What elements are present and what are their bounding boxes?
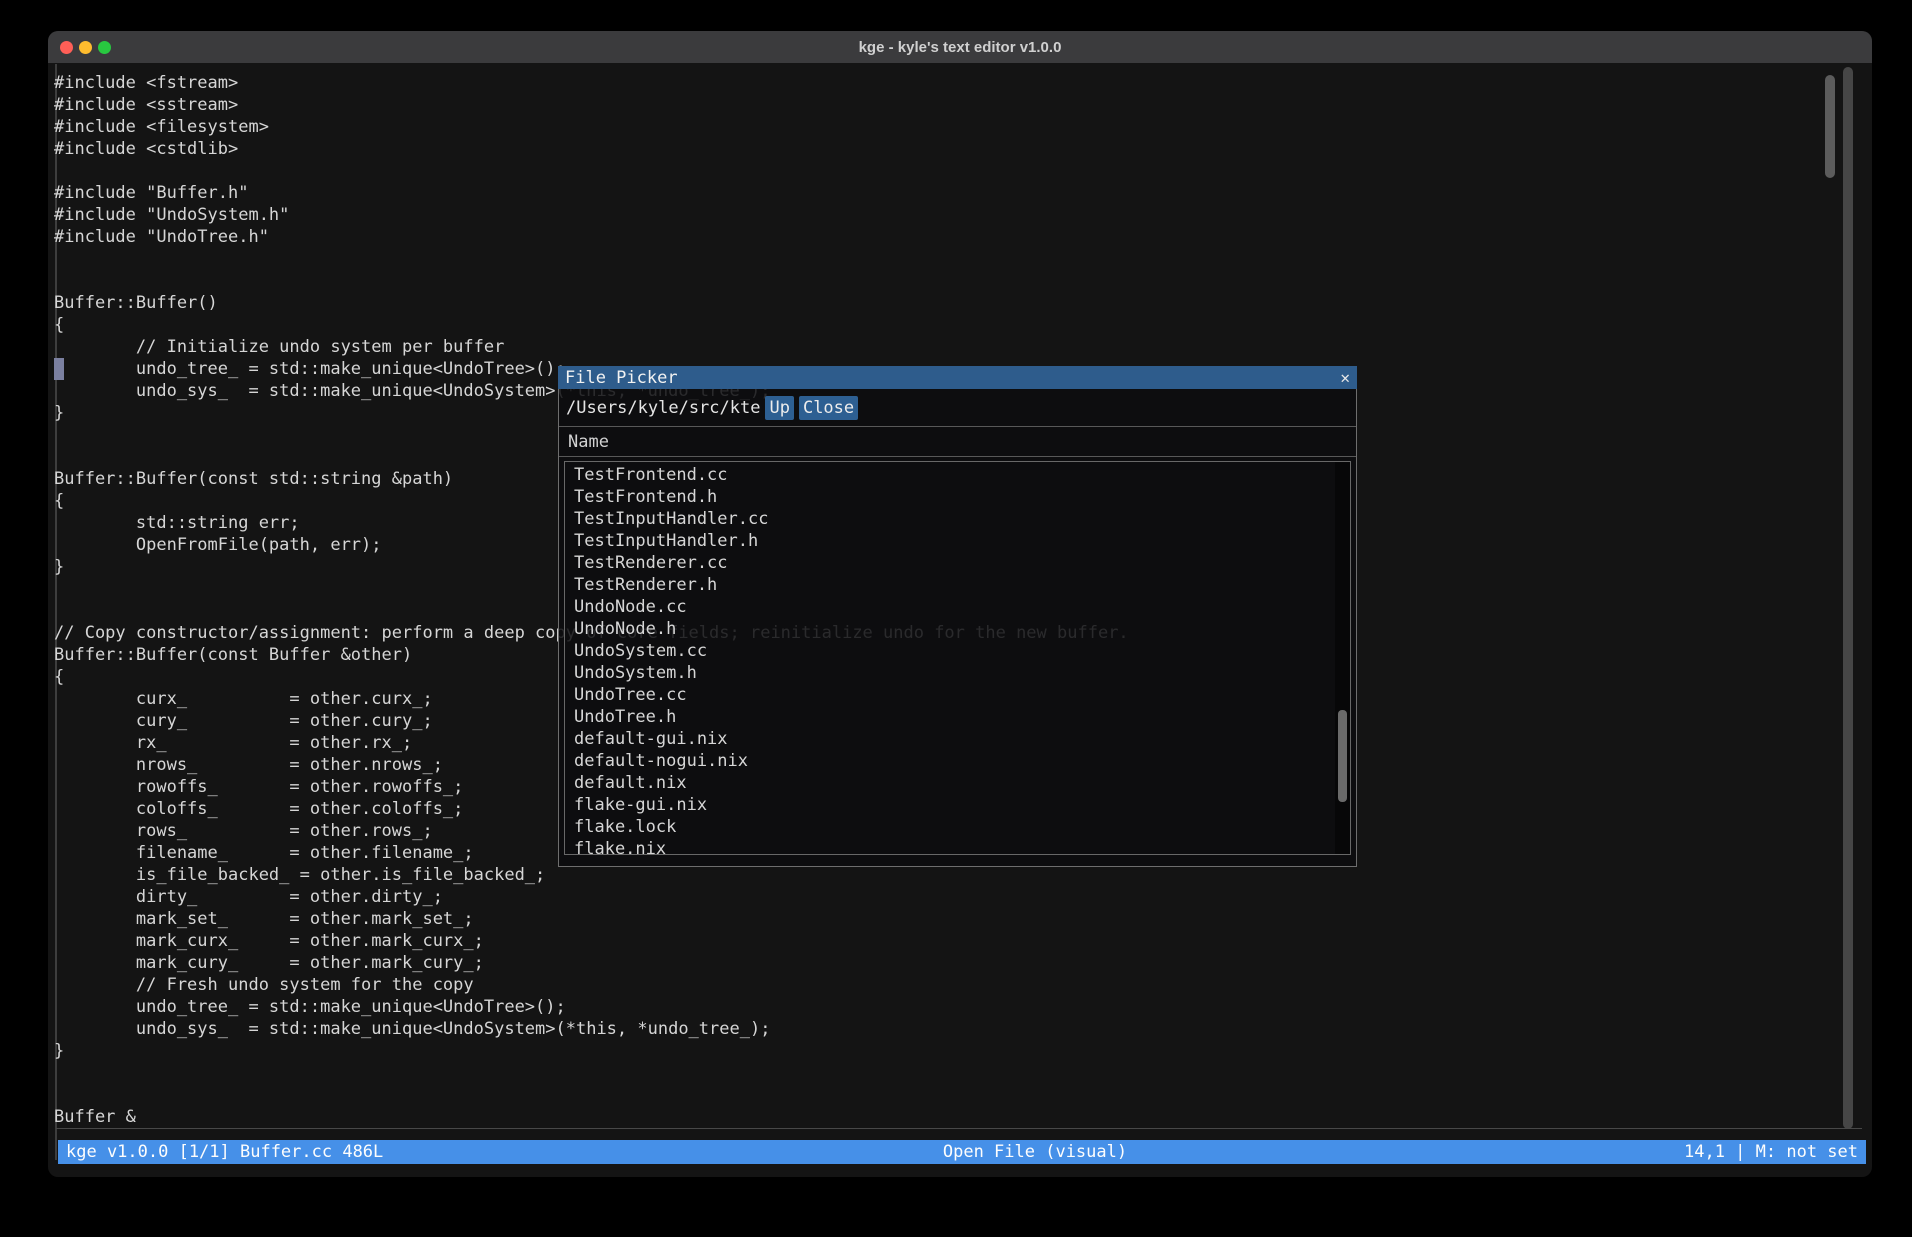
close-button[interactable]: Close: [799, 396, 858, 420]
up-button[interactable]: Up: [765, 396, 793, 420]
file-list-item[interactable]: TestInputHandler.h: [565, 530, 1350, 552]
file-list-item[interactable]: TestFrontend.cc: [565, 464, 1350, 486]
status-mode: Open File (visual): [943, 1140, 1127, 1164]
close-window-button[interactable]: [60, 41, 73, 54]
list-scrollbar-thumb[interactable]: [1338, 710, 1347, 802]
close-icon[interactable]: ✕: [1340, 368, 1350, 387]
file-list-item[interactable]: UndoSystem.cc: [565, 640, 1350, 662]
file-list-item[interactable]: UndoSystem.h: [565, 662, 1350, 684]
file-list: TestFrontend.ccTestFrontend.hTestInputHa…: [564, 461, 1351, 855]
file-list-item[interactable]: UndoTree.h: [565, 706, 1350, 728]
minimize-window-button[interactable]: [79, 41, 92, 54]
path-row: /Users/kyle/src/kte Up Close: [566, 396, 1349, 420]
file-list-item[interactable]: flake-gui.nix: [565, 794, 1350, 816]
file-list-item[interactable]: flake.lock: [565, 816, 1350, 838]
zoom-window-button[interactable]: [98, 41, 111, 54]
dialog-title: File Picker: [565, 368, 678, 388]
window-title-bar[interactable]: kge - kyle's text editor v1.0.0: [48, 31, 1872, 63]
dialog-title-bar[interactable]: File Picker ✕: [558, 366, 1357, 389]
file-list-item[interactable]: TestRenderer.cc: [565, 552, 1350, 574]
file-list-item[interactable]: UndoTree.cc: [565, 684, 1350, 706]
file-list-item[interactable]: TestRenderer.h: [565, 574, 1350, 596]
current-path: /Users/kyle/src/kte: [566, 398, 760, 418]
traffic-lights: [60, 41, 111, 54]
status-bar-separator: [56, 1128, 1862, 1129]
file-list-item[interactable]: TestInputHandler.cc: [565, 508, 1350, 530]
file-list-item[interactable]: flake.nix: [565, 838, 1350, 855]
file-list-item[interactable]: default-nogui.nix: [565, 750, 1350, 772]
file-list-item[interactable]: UndoNode.h: [565, 618, 1350, 640]
status-bar: kge v1.0.0 [1/1] Buffer.cc 486L Open Fil…: [58, 1140, 1866, 1164]
status-cursor-position: 14,1 | M: not set: [1684, 1142, 1858, 1162]
text-cursor: [54, 358, 64, 380]
editor-scrollbar-track[interactable]: [1843, 67, 1853, 1129]
window-title: kge - kyle's text editor v1.0.0: [859, 39, 1062, 56]
file-list-item[interactable]: TestFrontend.h: [565, 486, 1350, 508]
column-header-name: Name: [559, 427, 1356, 456]
file-list-item[interactable]: default-gui.nix: [565, 728, 1350, 750]
editor-scrollbar-thumb[interactable]: [1825, 75, 1835, 178]
file-picker-dialog: File Picker ✕ /Users/kyle/src/kte Up Clo…: [558, 366, 1357, 867]
file-list-item[interactable]: UndoNode.cc: [565, 596, 1350, 618]
status-file-info: kge v1.0.0 [1/1] Buffer.cc 486L: [66, 1142, 383, 1162]
file-list-item[interactable]: default.nix: [565, 772, 1350, 794]
